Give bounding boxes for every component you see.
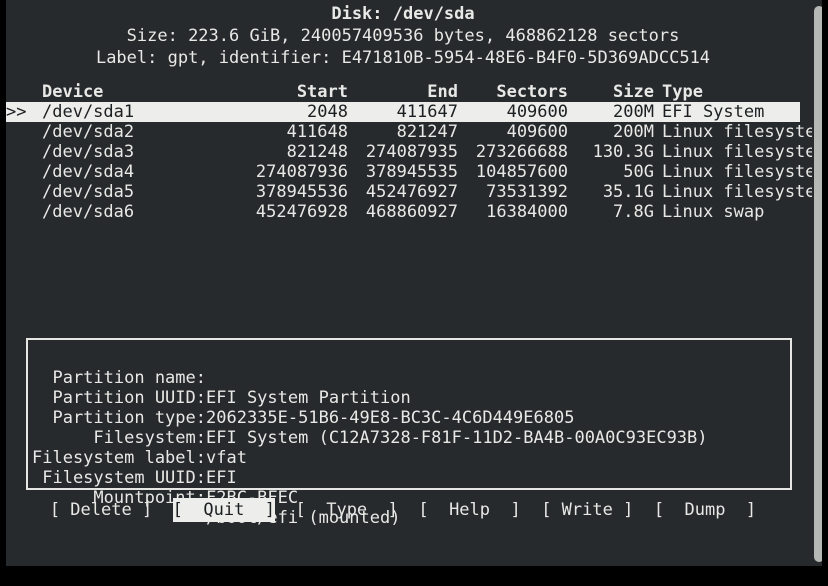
- help-button[interactable]: [ Help ]: [418, 498, 520, 522]
- disk-title: Disk: /dev/sda: [331, 4, 475, 24]
- disk-label-line: Label: gpt, identifier: E471810B-5954-48…: [95, 48, 711, 68]
- vertical-scrollbar-thumb[interactable]: [814, 6, 822, 562]
- column-header-end: End: [427, 82, 458, 102]
- column-header-device: Device: [42, 82, 104, 102]
- table-row[interactable]: /dev/sda2 411648 821247 409600 200M Linu…: [6, 122, 822, 142]
- row-size: 50G: [623, 162, 654, 182]
- column-header-start: Start: [296, 82, 348, 102]
- row-device: /dev/sda6: [42, 202, 135, 222]
- row-device: /dev/sda1: [42, 102, 135, 122]
- row-type: Linux filesystem: [662, 122, 822, 142]
- row-size: 200M: [613, 102, 654, 122]
- detail-row: Partition name: EFI System Partition: [30, 348, 790, 408]
- row-size: 7.8G: [613, 202, 654, 222]
- table-row[interactable]: /dev/sda6 452476928 468860927 16384000 7…: [6, 202, 800, 222]
- partition-table-header: Device Start End Sectors Size Type: [6, 82, 800, 102]
- button-gap: [152, 500, 172, 520]
- table-row[interactable]: /dev/sda4 274087936 378945535 104857600 …: [6, 162, 822, 182]
- row-type: Linux swap: [662, 202, 765, 222]
- detail-row: Filesystem UUID: F2BC-BFEC: [30, 448, 790, 508]
- button-gap: [633, 500, 653, 520]
- row-start: 378945536: [255, 182, 348, 202]
- row-end: 411647: [396, 102, 458, 122]
- disk-size-line: Size: 223.6 GiB, 240057409536 bytes, 468…: [126, 26, 680, 46]
- row-sectors: 409600: [506, 102, 568, 122]
- row-end: 468860927: [365, 202, 458, 222]
- delete-button[interactable]: [ Delete ]: [50, 498, 152, 522]
- row-device: /dev/sda2: [42, 122, 135, 142]
- table-row[interactable]: /dev/sda5 378945536 452476927 73531392 3…: [6, 182, 822, 202]
- row-start: 274087936: [255, 162, 348, 182]
- row-sectors: 104857600: [475, 162, 568, 182]
- row-start: 2048: [307, 102, 348, 122]
- table-row[interactable]: /dev/sda3 821248 274087935 273266688 130…: [6, 142, 822, 162]
- window-frame: Disk: /dev/sda Size: 223.6 GiB, 24005740…: [0, 0, 828, 586]
- detail-row: Partition type: EFI System (C12A7328-F81…: [30, 388, 790, 448]
- type-button[interactable]: [ Type ]: [296, 498, 398, 522]
- table-row[interactable]: >> /dev/sda1 2048 411647 409600 200M EFI…: [6, 102, 800, 122]
- dump-button[interactable]: [ Dump ]: [654, 498, 756, 522]
- row-type: Linux filesystem: [662, 162, 822, 182]
- partition-details-panel: Partition name: EFI System Partition Par…: [26, 338, 792, 528]
- row-type: Linux filesystem: [662, 142, 822, 162]
- row-type: Linux filesystem: [662, 182, 822, 202]
- row-type: EFI System: [662, 102, 765, 122]
- detail-row: Filesystem: vfat: [30, 408, 790, 468]
- row-end: 452476927: [365, 182, 458, 202]
- row-sectors: 273266688: [475, 142, 568, 162]
- row-device: /dev/sda4: [42, 162, 135, 182]
- action-button-bar: [ Delete ] [ Quit ] [ Type ] [ Help ] [ …: [6, 498, 800, 522]
- row-start: 452476928: [255, 202, 348, 222]
- row-start: 411648: [286, 122, 348, 142]
- row-end: 274087935: [365, 142, 458, 162]
- row-size: 35.1G: [602, 182, 654, 202]
- detail-row: Partition UUID: 2062335E-51B6-49E8-BC3C-…: [30, 368, 790, 428]
- column-header-type: Type: [662, 82, 703, 102]
- button-gap: [521, 500, 541, 520]
- write-button[interactable]: [ Write ]: [541, 498, 633, 522]
- column-header-size: Size: [613, 82, 654, 102]
- row-device: /dev/sda3: [42, 142, 135, 162]
- row-end: 821247: [396, 122, 458, 142]
- row-end: 378945535: [365, 162, 458, 182]
- terminal-screen: Disk: /dev/sda Size: 223.6 GiB, 24005740…: [6, 0, 822, 566]
- button-gap: [275, 500, 295, 520]
- button-gap: [398, 500, 418, 520]
- row-start: 821248: [286, 142, 348, 162]
- row-sectors: 16384000: [486, 202, 568, 222]
- row-sectors: 409600: [506, 122, 568, 142]
- row-device: /dev/sda5: [42, 182, 135, 202]
- partition-table: >> /dev/sda1 2048 411647 409600 200M EFI…: [6, 102, 822, 222]
- detail-row: Mountpoint: /boot/efi (mounted): [30, 468, 790, 528]
- row-sectors: 73531392: [486, 182, 568, 202]
- column-header-sectors: Sectors: [496, 82, 568, 102]
- detail-row: Filesystem label: EFI: [30, 428, 790, 488]
- row-size: 130.3G: [592, 142, 654, 162]
- quit-button[interactable]: [ Quit ]: [172, 498, 276, 522]
- row-size: 200M: [613, 122, 654, 142]
- row-selection-marker: >>: [6, 102, 27, 122]
